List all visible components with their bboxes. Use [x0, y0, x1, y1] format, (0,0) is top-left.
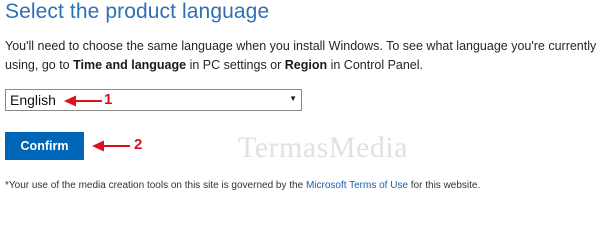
terms-of-use-link[interactable]: Microsoft Terms of Use — [306, 180, 408, 191]
chevron-down-icon: ▼ — [289, 94, 297, 103]
annotation-arrow-2-icon — [92, 140, 130, 152]
region-label: Region — [284, 58, 328, 72]
footer-suffix: for this website. — [408, 180, 481, 191]
annotation-number-2: 2 — [134, 136, 143, 153]
confirm-button[interactable]: Confirm — [5, 132, 84, 160]
time-and-language-label: Time and language — [73, 58, 187, 72]
annotation-arrow-1-icon — [64, 95, 102, 107]
footer-prefix: *Your use of the media creation tools on… — [5, 180, 306, 191]
watermark-logo: TermasMedia — [238, 131, 409, 164]
page-title: Select the product language — [5, 0, 270, 23]
instructions-text: You'll need to choose the same language … — [5, 37, 597, 75]
language-select[interactable]: English ▼ — [5, 89, 302, 111]
footer-note: *Your use of the media creation tools on… — [5, 180, 480, 191]
language-select-value: English — [10, 92, 56, 108]
instructions-part-2: in PC settings or — [186, 58, 285, 72]
instructions-part-3: in Control Panel. — [327, 58, 424, 72]
annotation-number-1: 1 — [104, 91, 113, 108]
